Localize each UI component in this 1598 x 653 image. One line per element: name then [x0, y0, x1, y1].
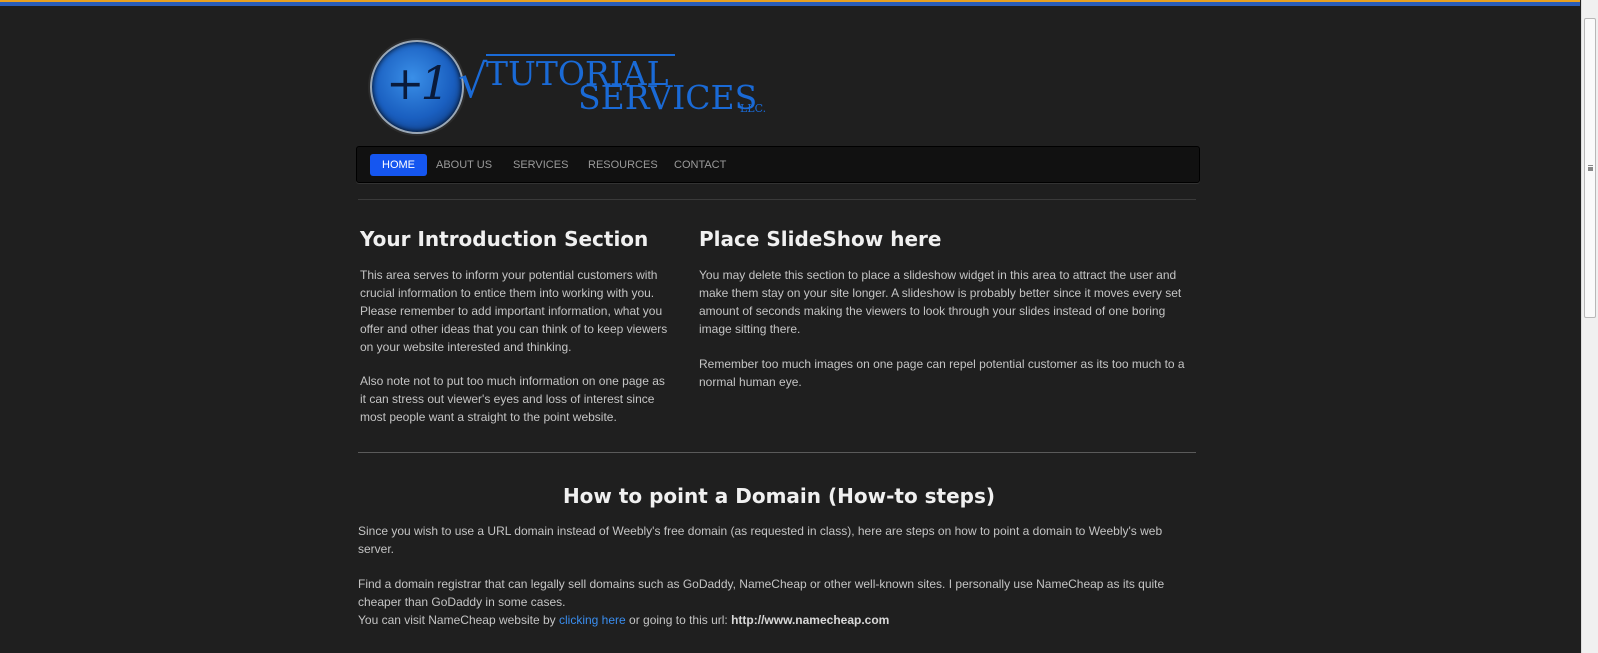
howto-heading: How to point a Domain (How-to steps) [562, 484, 996, 508]
intro-paragraph-1: This area serves to inform your potentia… [360, 268, 668, 354]
nav-item-services[interactable]: SERVICES [501, 154, 580, 176]
slideshow-paragraph-2: Remember too much images on one page can… [699, 357, 1185, 389]
divider [358, 199, 1196, 200]
nav-item-contact[interactable]: CONTACT [662, 154, 738, 176]
namecheap-url: http://www.namecheap.com [731, 613, 890, 627]
main-navigation: HOME ABOUT US SERVICES RESOURCES CONTACT [356, 146, 1200, 183]
intro-paragraph-2: Also note not to put too much informatio… [360, 374, 665, 424]
scrollbar-grip-icon [1588, 165, 1593, 167]
logo-circle-icon: +1 [370, 40, 464, 134]
logo-suffix: LLC. [740, 102, 767, 115]
logo-mark: +1 [386, 56, 450, 110]
scrollbar-thumb[interactable] [1584, 18, 1596, 318]
browser-top-accent-bar [0, 0, 1580, 6]
howto-visit-text: You can visit NameCheap website by [358, 613, 559, 627]
site-logo[interactable]: +1 √ TUTORIAL SERVICES LLC. [370, 40, 770, 135]
howto-paragraph-3: You can visit NameCheap website by click… [358, 611, 1188, 629]
sqrt-icon: √ [458, 54, 488, 108]
howto-paragraph-2: Find a domain registrar that can legally… [358, 577, 1165, 609]
howto-url-prefix: or going to this url: [625, 613, 732, 627]
nav-item-about-us[interactable]: ABOUT US [424, 154, 504, 176]
howto-paragraph-1: Since you wish to use a URL domain inste… [358, 524, 1163, 556]
slideshow-paragraph-1: You may delete this section to place a s… [699, 268, 1182, 336]
nav-item-resources[interactable]: RESOURCES [576, 154, 670, 176]
nav-item-home[interactable]: HOME [370, 154, 427, 176]
section-divider [358, 452, 1196, 453]
vertical-scrollbar[interactable] [1581, 0, 1598, 653]
logo-text-line2: SERVICES [578, 78, 758, 117]
intro-heading: Your Introduction Section [360, 227, 649, 251]
clicking-here-link[interactable]: clicking here [559, 613, 626, 627]
slideshow-heading: Place SlideShow here [699, 227, 942, 251]
